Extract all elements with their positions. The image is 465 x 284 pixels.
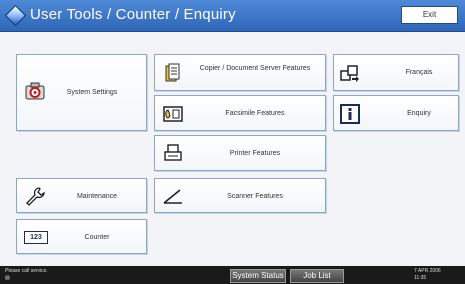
main-panel: System Settings Copier / Document Server… <box>0 32 465 265</box>
system-settings-button[interactable]: System Settings <box>16 54 147 131</box>
maintenance-label: Maintenance <box>76 193 118 200</box>
francais-button[interactable]: Français <box>333 54 459 91</box>
time-display: 11:35 <box>414 275 427 281</box>
date-time: 7 APR 2006 11:35 <box>414 268 441 282</box>
job-list-button[interactable]: Job List <box>290 269 344 283</box>
copier-document-server-features-button[interactable]: Copier / Document Server Features <box>154 54 326 91</box>
scanner-icon <box>163 189 182 204</box>
status-indicator-icon: ▤ <box>5 275 10 281</box>
printer-features-button[interactable]: Printer Features <box>154 135 326 171</box>
info-icon <box>340 104 360 124</box>
counter-icon: 123 <box>24 231 48 244</box>
enquiry-button[interactable]: Enquiry <box>333 95 459 131</box>
maintenance-button[interactable]: Maintenance <box>16 178 147 213</box>
exit-button[interactable]: Exit <box>401 6 458 24</box>
francais-label: Français <box>405 69 433 76</box>
facsimile-features-label: Facsimile Features <box>225 110 285 117</box>
system-status-button[interactable]: System Status <box>230 269 286 283</box>
enquiry-label: Enquiry <box>407 110 431 117</box>
counter-label: Counter <box>84 234 110 241</box>
title-bar: User Tools / Counter / Enquiry Exit <box>0 0 465 32</box>
system-settings-icon <box>25 82 45 100</box>
language-switch-icon <box>340 65 359 82</box>
scanner-features-button[interactable]: Scanner Features <box>154 178 326 213</box>
printer-features-label: Printer Features <box>229 150 281 157</box>
date-display: 7 APR 2006 <box>414 268 441 274</box>
page-title: User Tools / Counter / Enquiry <box>30 6 236 23</box>
user-tools-diamond-icon <box>4 4 27 27</box>
scanner-features-label: Scanner Features <box>227 193 283 200</box>
facsimile-icon <box>163 106 183 122</box>
status-bar: Please call service. ▤ System Status Job… <box>0 266 465 284</box>
copier-icon <box>165 63 180 82</box>
facsimile-features-button[interactable]: Facsimile Features <box>154 95 326 131</box>
wrench-icon <box>26 187 45 206</box>
counter-button[interactable]: 123 Counter <box>16 219 147 254</box>
system-settings-label: System Settings <box>66 89 118 96</box>
status-message: Please call service. <box>5 268 48 274</box>
copier-features-label: Copier / Document Server Features <box>199 65 311 72</box>
printer-icon <box>164 144 182 161</box>
